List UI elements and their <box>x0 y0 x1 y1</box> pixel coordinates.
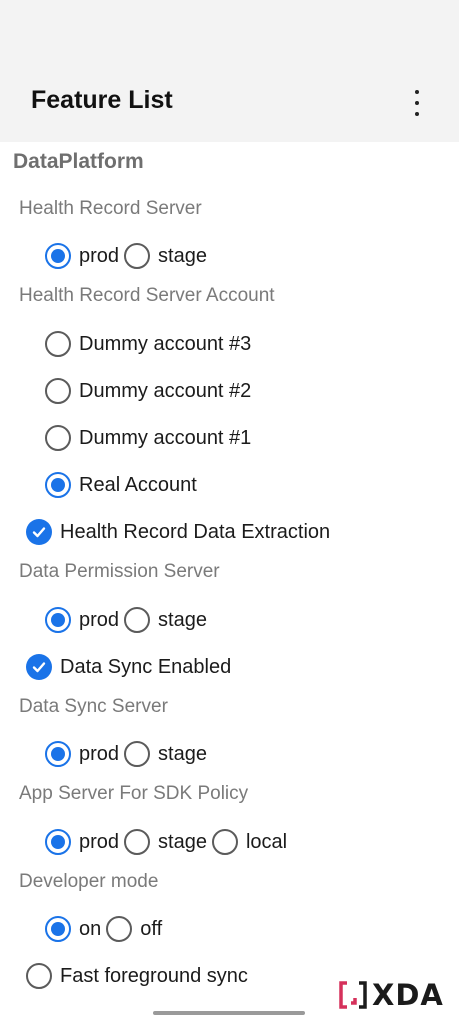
checkbox-data-sync-enabled[interactable]: Data Sync Enabled <box>26 650 236 684</box>
radio-data-sync-stage[interactable]: stage <box>124 741 207 767</box>
radio-health-record-server-prod[interactable]: prod <box>45 243 119 269</box>
page-title: Feature List <box>31 86 173 114</box>
radio-unselected-icon <box>45 425 71 451</box>
checkmark-icon <box>26 654 52 680</box>
radio-unselected-icon <box>26 963 52 989</box>
radio-dummy-account-2[interactable]: Dummy account #2 <box>45 374 256 408</box>
health-record-server-label: Health Record Server <box>19 198 202 219</box>
checkmark-icon <box>26 519 52 545</box>
data-sync-server-options: prod stage <box>45 737 212 771</box>
health-record-server-account-label: Health Record Server Account <box>19 285 275 306</box>
watermark-text: XDA <box>372 978 444 1012</box>
radio-data-sync-prod[interactable]: prod <box>45 741 119 767</box>
radio-data-permission-prod[interactable]: prod <box>45 607 119 633</box>
app-server-sdk-policy-options: prod stage local <box>45 825 292 859</box>
radio-selected-icon <box>45 607 71 633</box>
section-header-dataplatform: DataPlatform <box>13 150 144 173</box>
radio-unselected-icon <box>124 829 151 855</box>
data-sync-server-label: Data Sync Server <box>19 696 168 717</box>
radio-selected-icon <box>45 472 71 498</box>
radio-dummy-account-3[interactable]: Dummy account #3 <box>45 327 256 361</box>
radio-selected-icon <box>45 916 71 942</box>
radio-sdk-policy-stage[interactable]: stage <box>124 829 207 855</box>
more-vert-icon[interactable] <box>405 90 429 116</box>
radio-unselected-icon <box>106 916 133 942</box>
radio-developer-mode-off[interactable]: off <box>106 916 162 942</box>
radio-selected-icon <box>45 741 71 767</box>
app-server-sdk-policy-label: App Server For SDK Policy <box>19 783 249 804</box>
radio-data-permission-stage[interactable]: stage <box>124 607 207 633</box>
checkbox-health-record-data-extraction[interactable]: Health Record Data Extraction <box>26 515 335 549</box>
radio-unselected-icon <box>211 829 238 855</box>
data-permission-server-label: Data Permission Server <box>19 561 220 582</box>
developer-mode-label: Developer mode <box>19 871 159 892</box>
radio-unselected-icon <box>45 331 71 357</box>
radio-sdk-policy-prod[interactable]: prod <box>45 829 119 855</box>
developer-mode-options: on off <box>45 912 167 946</box>
data-permission-server-options: prod stage <box>45 603 212 637</box>
radio-unselected-icon <box>124 607 151 633</box>
xda-watermark: XDA <box>338 978 444 1012</box>
radio-fast-foreground-sync[interactable]: Fast foreground sync <box>26 959 253 993</box>
radio-selected-icon <box>45 829 71 855</box>
radio-unselected-icon <box>45 378 71 404</box>
radio-unselected-icon <box>124 741 151 767</box>
radio-unselected-icon <box>124 243 151 269</box>
radio-sdk-policy-local[interactable]: local <box>211 829 287 855</box>
radio-dummy-account-1[interactable]: Dummy account #1 <box>45 421 256 455</box>
xda-bracket-logo-icon <box>339 981 367 1009</box>
radio-real-account[interactable]: Real Account <box>45 468 202 502</box>
gesture-nav-bar[interactable] <box>153 1011 305 1015</box>
radio-selected-icon <box>45 243 71 269</box>
radio-health-record-server-stage[interactable]: stage <box>124 243 207 269</box>
radio-developer-mode-on[interactable]: on <box>45 916 101 942</box>
status-bar <box>0 0 459 40</box>
health-record-server-options: prod stage <box>45 239 212 273</box>
app-bar: Feature List <box>0 40 459 142</box>
